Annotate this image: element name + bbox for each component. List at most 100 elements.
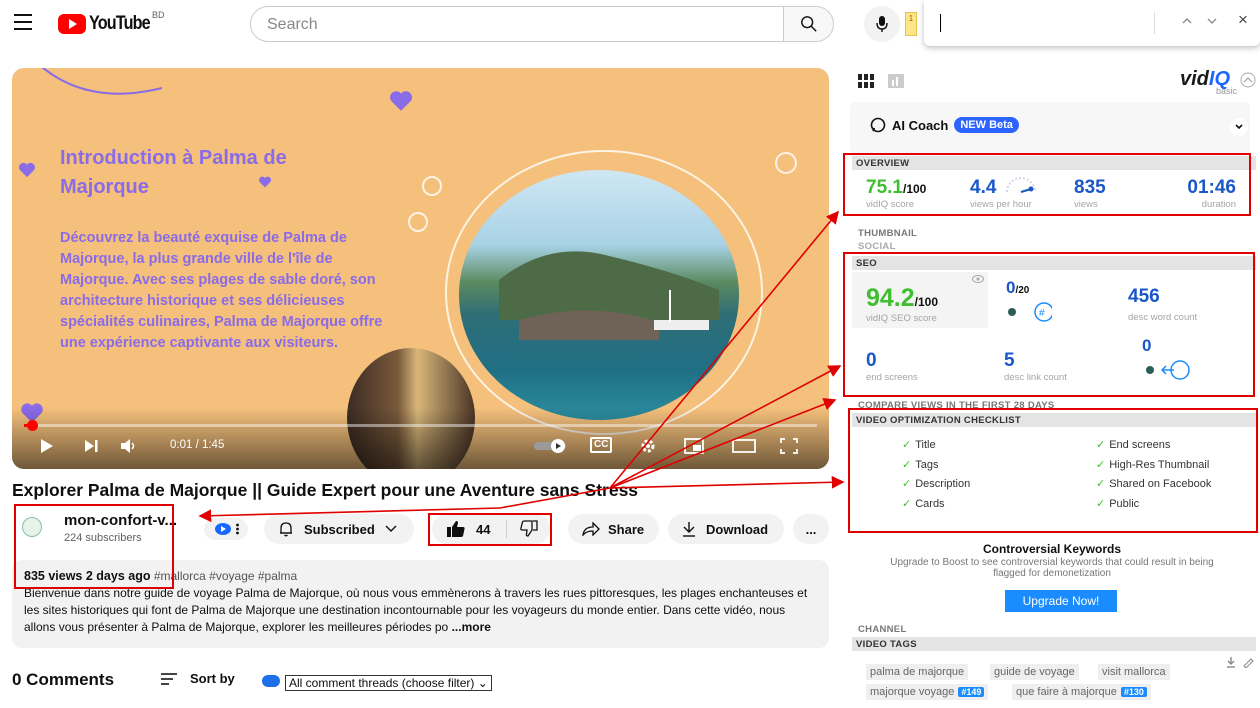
stats-icon[interactable]: [888, 74, 904, 88]
volume-icon: [121, 439, 135, 453]
seo-heading[interactable]: SEO: [852, 256, 1256, 270]
upgrade-now-button[interactable]: Upgrade Now!: [1005, 590, 1117, 612]
share-button[interactable]: Share: [568, 514, 659, 544]
gauge-icon: [1005, 177, 1036, 193]
subscribed-button[interactable]: Subscribed: [264, 514, 414, 544]
tag-tools-icon[interactable]: [1226, 656, 1254, 668]
theater-button[interactable]: [732, 438, 756, 457]
comment-filter-select[interactable]: All comment threads (choose filter) ⌄: [285, 675, 492, 691]
player-controls: 0:01 / 1:45 CC: [12, 408, 829, 469]
chevron-up-icon: [1182, 18, 1192, 24]
bell-icon: [280, 522, 292, 537]
like-divider: [506, 520, 507, 538]
captions-button[interactable]: CC: [590, 437, 613, 453]
check-icon: ✓: [902, 439, 912, 451]
find-next-button[interactable]: [1207, 12, 1217, 28]
time-display: 0:01 / 1:45: [170, 439, 225, 451]
vidiq-icon: [214, 523, 231, 535]
more-vert-icon: [235, 523, 239, 535]
extension-icon[interactable]: 1: [905, 12, 917, 36]
checklist-item: ✓ Tags: [902, 458, 939, 471]
voice-search-button[interactable]: [864, 6, 900, 42]
search-input[interactable]: Search: [250, 6, 784, 42]
social-heading[interactable]: SOCIAL: [858, 241, 896, 252]
download-label: Download: [706, 521, 769, 537]
overview-heading[interactable]: OVERVIEW: [852, 156, 1256, 170]
subscribed-label: Subscribed: [304, 521, 375, 537]
autoplay-toggle[interactable]: [534, 439, 570, 456]
compare-views-heading[interactable]: COMPARE VIEWS IN THE FIRST 28 DAYS: [858, 400, 1055, 411]
thumbs-down-icon: [520, 520, 538, 537]
play-button[interactable]: [40, 438, 54, 457]
thumbs-up-icon: [447, 521, 465, 537]
checklist-item: ✓ Public: [1096, 497, 1140, 510]
checklist-item: ✓ High-Res Thumbnail: [1096, 458, 1210, 471]
checklist-item: ✓ Title: [902, 439, 936, 451]
sort-icon[interactable]: [161, 673, 177, 685]
vidiq-channel-button[interactable]: [204, 518, 248, 540]
eye-icon[interactable]: [972, 274, 984, 284]
next-button[interactable]: [84, 438, 98, 457]
hashtag-links[interactable]: #mallorca #voyage #palma: [154, 569, 297, 583]
settings-button[interactable]: [640, 438, 656, 457]
like-count: 44: [476, 521, 491, 537]
checklist-heading[interactable]: VIDEO OPTIMIZATION CHECKLIST: [852, 413, 1256, 427]
checklist-item: ✓ Description: [902, 478, 971, 490]
checklist-item: ✓ Shared on Facebook: [1096, 478, 1212, 490]
menu-icon[interactable]: [14, 14, 32, 30]
ai-coach-header[interactable]: AI Coach NEW Beta: [870, 117, 1019, 133]
checklist-item: ✓ End screens: [1096, 439, 1171, 451]
plan-label: basic: [1216, 86, 1238, 96]
show-more-link[interactable]: ...more: [452, 620, 491, 634]
fullscreen-button[interactable]: [780, 438, 798, 457]
cards-cell: 0: [1128, 330, 1254, 386]
views-per-hour: 4.4 views per hour: [970, 177, 1037, 210]
video-tag-chip[interactable]: palma de majorque: [866, 664, 969, 680]
expand-icon[interactable]: [1230, 118, 1248, 136]
find-close-button[interactable]: ×: [1238, 10, 1248, 30]
download-button[interactable]: Download: [668, 514, 784, 544]
seo-score-cell: 94.2/100 vidIQ SEO score: [852, 272, 988, 328]
tag-rank-badge: #130: [1120, 687, 1147, 697]
youtube-logo[interactable]: YouTube: [58, 13, 160, 35]
video-tag-chip[interactable]: majorque voyage #149: [866, 684, 989, 700]
dislike-button[interactable]: [520, 520, 538, 541]
youtube-play-icon: [58, 14, 86, 34]
find-input[interactable]: [940, 14, 941, 32]
desc-word-cell: 456 desc word count: [1128, 272, 1254, 328]
share-icon: [582, 522, 600, 536]
description-box[interactable]: 835 views 2 days ago #mallorca #voyage #…: [12, 560, 829, 648]
sort-by-button[interactable]: Sort by: [190, 671, 235, 686]
check-icon: ✓: [1096, 478, 1106, 490]
find-previous-button[interactable]: [1182, 12, 1192, 28]
like-button[interactable]: 44: [446, 520, 490, 538]
beta-badge: NEW Beta: [954, 117, 1019, 133]
progress-bar[interactable]: [24, 420, 817, 431]
heart-icon: [19, 162, 35, 178]
channel-avatar[interactable]: [22, 517, 42, 537]
controversial-text: Upgrade to Boost to see controversial ke…: [890, 557, 1214, 579]
video-tags-heading[interactable]: VIDEO TAGS: [852, 637, 1256, 651]
channel-name[interactable]: mon-confort-v...: [64, 512, 177, 529]
miniplayer-icon: [684, 438, 704, 454]
video-player[interactable]: Introduction à Palma de Majorque Découvr…: [12, 68, 829, 469]
grid-icon[interactable]: [858, 74, 874, 88]
search-button[interactable]: [784, 6, 834, 42]
thumbnail-heading[interactable]: THUMBNAIL: [858, 228, 917, 239]
miniplayer-button[interactable]: [684, 438, 704, 457]
video-tag-chip[interactable]: que faire à majorque #130: [1012, 684, 1151, 700]
like-dislike-group: 44: [432, 514, 550, 544]
video-tag-chip[interactable]: visit mallorca: [1098, 664, 1170, 680]
fullscreen-icon: [780, 438, 798, 454]
slide-title: Introduction à Palma de Majorque: [60, 147, 287, 198]
more-actions-button[interactable]: ...: [793, 514, 829, 544]
collapse-icon[interactable]: [1240, 72, 1256, 88]
channel-heading[interactable]: CHANNEL: [858, 624, 907, 635]
progress-scrubber[interactable]: [27, 420, 38, 431]
tag-rank-badge: #149: [958, 687, 985, 697]
video-tag-chip[interactable]: guide de voyage: [990, 664, 1079, 680]
chevron-down-icon: [385, 525, 397, 532]
gear-icon: [641, 439, 655, 453]
vidiq-icon: [262, 675, 280, 687]
volume-button[interactable]: [120, 438, 138, 457]
